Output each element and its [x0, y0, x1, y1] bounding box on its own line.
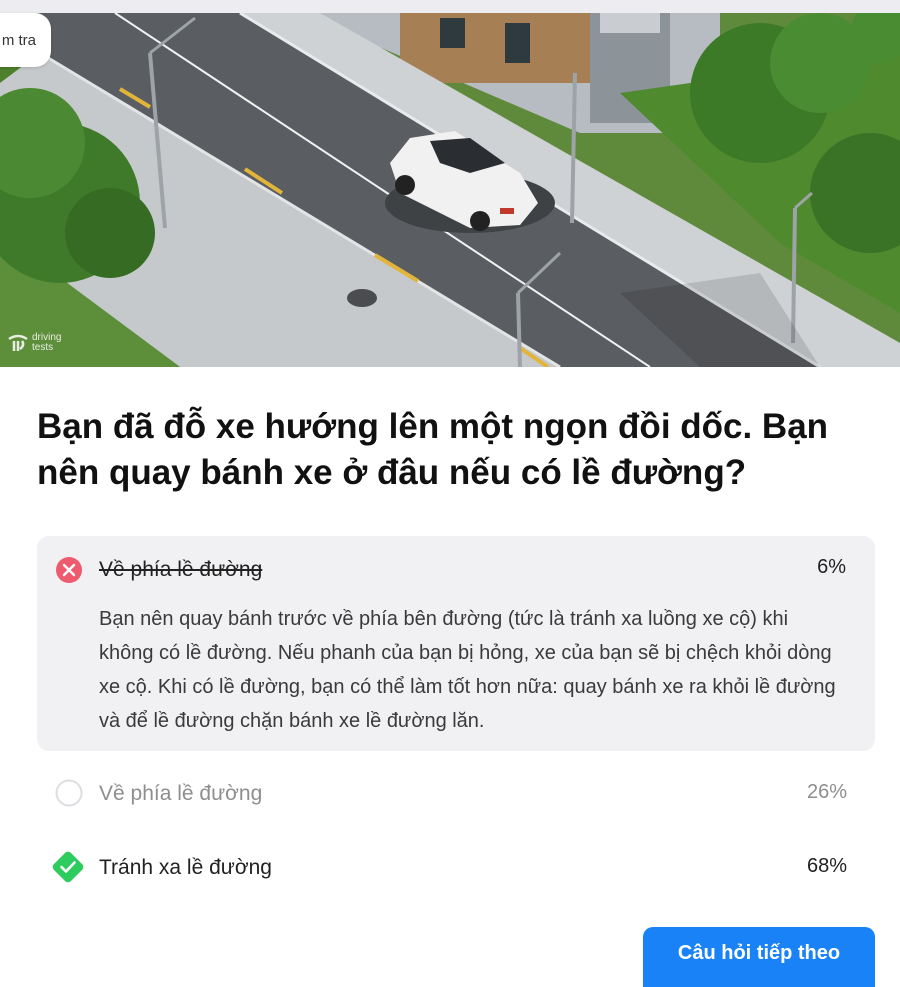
answer-label: Tránh xa lề đường [99, 856, 272, 879]
answer-option-wrong-selected[interactable]: Về phía lề đường 6% Bạn nên quay bánh tr… [37, 536, 875, 751]
answer-explanation: Bạn nên quay bánh trước về phía bên đườn… [99, 608, 836, 732]
answer-label: Về phía lề đường [99, 558, 263, 581]
radio-circle-icon [55, 779, 83, 807]
question-illustration [0, 13, 900, 367]
answer-option-correct[interactable]: Tránh xa lề đường 68% [37, 847, 847, 887]
next-question-button[interactable]: Câu hỏi tiếp theo [643, 927, 875, 987]
question-text: Bạn đã đỗ xe hướng lên một ngọn đồi dốc.… [37, 407, 829, 492]
hero-tag-text: m tra [1, 31, 36, 49]
driving-tests-watermark: driving tests [7, 333, 61, 353]
hero-tag: m tra [0, 13, 51, 67]
answer-percent: 68% [806, 855, 847, 877]
top-strip [0, 0, 900, 13]
driving-tests-logo-icon [8, 334, 28, 351]
watermark-line-2: tests [32, 342, 54, 353]
answer-percent: 6% [817, 556, 846, 578]
answer-option-neutral[interactable]: Về phía lề đường 26% [37, 773, 847, 813]
wrong-answer-x-icon [56, 557, 82, 583]
answer-label: Về phía lề đường [99, 782, 263, 805]
answer-percent: 26% [806, 781, 847, 803]
correct-check-icon [52, 851, 84, 883]
